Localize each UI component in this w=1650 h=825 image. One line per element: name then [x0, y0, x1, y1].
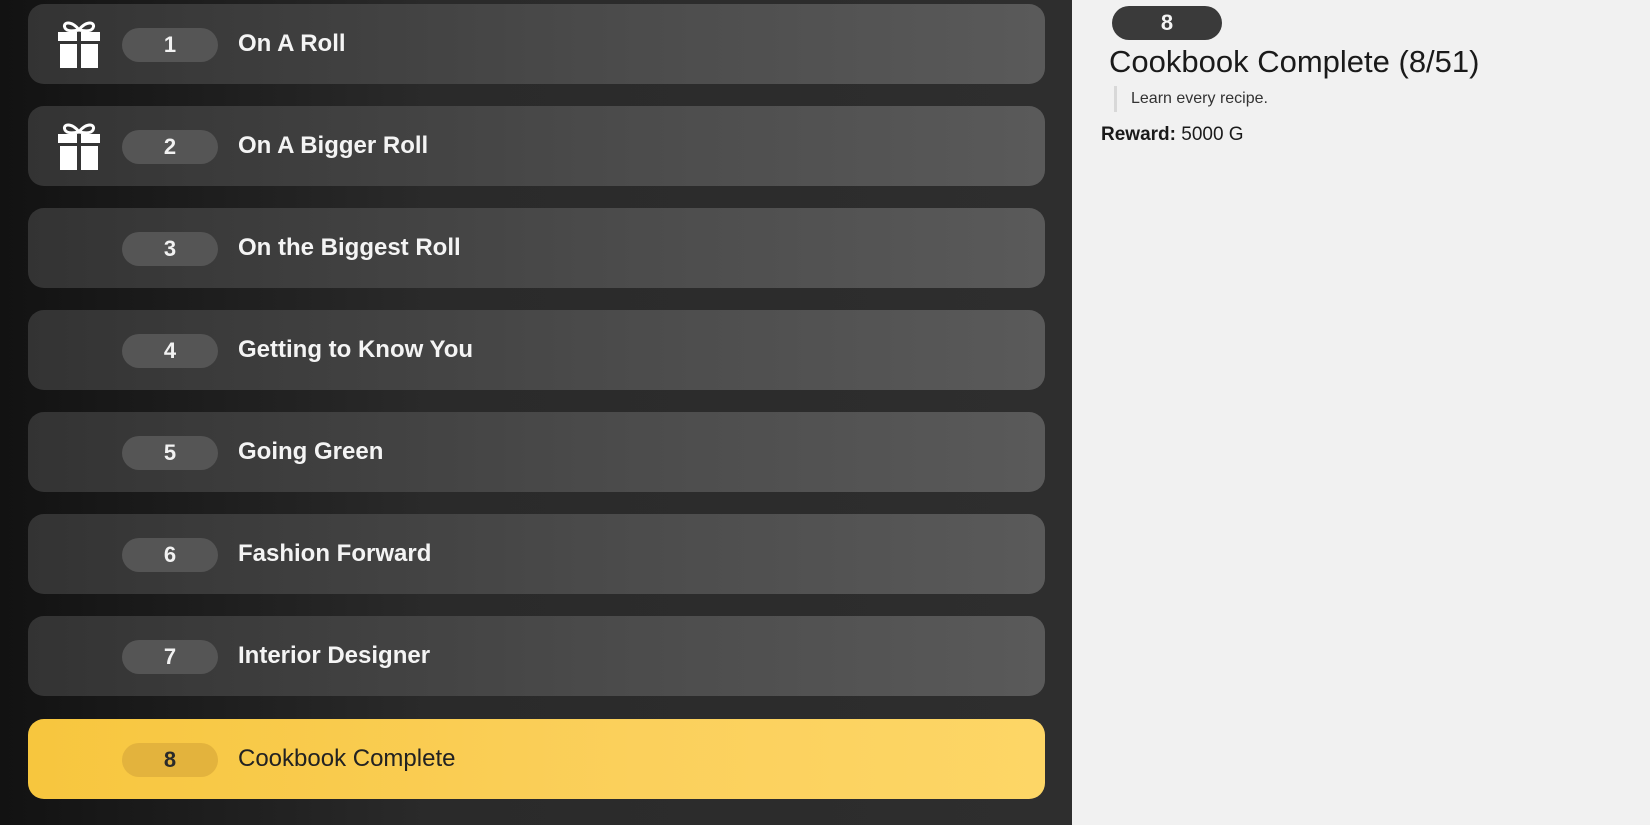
achievement-label: Getting to Know You: [238, 336, 474, 363]
achievement-label: On the Biggest Roll: [238, 234, 461, 261]
gift-icon: [58, 21, 100, 68]
achievement-label: On A Roll: [238, 30, 346, 57]
achievement-label: Cookbook Complete: [238, 745, 456, 772]
detail-number-badge: 8: [1112, 6, 1222, 40]
achievement-number-badge: 3: [122, 232, 218, 266]
achievement-row[interactable]: 1 On A Roll: [28, 4, 1045, 84]
achievement-row-selected[interactable]: 8 Cookbook Complete: [28, 719, 1045, 799]
achievement-row[interactable]: 5 Going Green: [28, 412, 1045, 492]
achievement-number-badge: 2: [122, 130, 218, 164]
achievement-label: Interior Designer: [238, 642, 431, 669]
achievement-row[interactable]: 2 On A Bigger Roll: [28, 106, 1045, 186]
achievement-number-badge: 8: [122, 743, 218, 777]
achievement-label: On A Bigger Roll: [238, 132, 429, 159]
detail-description: Learn every recipe.: [1114, 86, 1268, 112]
achievement-number-badge: 1: [122, 28, 218, 62]
achievement-row[interactable]: 3 On the Biggest Roll: [28, 208, 1045, 288]
achievement-number-badge: 6: [122, 538, 218, 572]
reward-label: Reward:: [1101, 124, 1176, 145]
detail-title: Cookbook Complete (8/51): [1109, 44, 1480, 79]
achievement-label: Fashion Forward: [238, 540, 432, 567]
achievement-number-badge: 7: [122, 640, 218, 674]
gift-icon: [58, 123, 100, 170]
achievement-label: Going Green: [238, 438, 384, 465]
detail-reward: Reward: 5000 G: [1101, 124, 1244, 146]
achievement-number-badge: 5: [122, 436, 218, 470]
achievement-detail-panel: 8 Cookbook Complete (8/51) Learn every r…: [1072, 0, 1650, 825]
achievement-row[interactable]: 6 Fashion Forward: [28, 514, 1045, 594]
reward-value: 5000 G: [1181, 124, 1244, 145]
achievement-list: 1 On A Roll 2 On A Bigger Roll 3 On the …: [0, 0, 1072, 825]
achievement-row[interactable]: 7 Interior Designer: [28, 616, 1045, 696]
achievement-row[interactable]: 4 Getting to Know You: [28, 310, 1045, 390]
achievement-number-badge: 4: [122, 334, 218, 368]
